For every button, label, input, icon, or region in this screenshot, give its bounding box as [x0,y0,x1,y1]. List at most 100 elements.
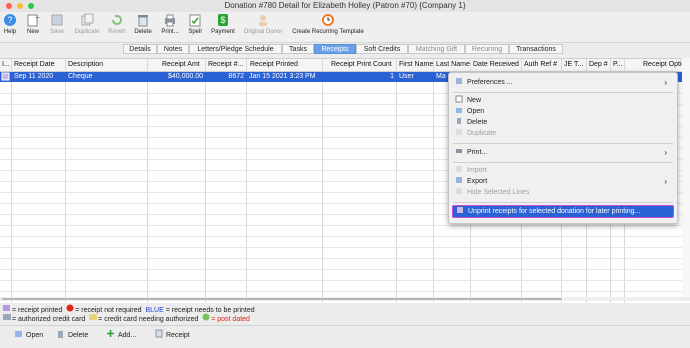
menu-item-open[interactable]: Open [455,107,671,117]
open-icon [14,329,23,342]
save-button[interactable]: Save [48,13,66,35]
printer-icon [163,13,177,27]
card-needing-auth-icon [89,313,98,320]
col-header-dep-no[interactable]: Dep # [589,61,608,68]
print-button[interactable]: Print... [158,13,182,35]
help-button[interactable]: ? Help [2,13,18,35]
col-header-last-name[interactable]: Last Name [436,61,470,68]
delete-button[interactable]: Delete [133,13,153,35]
legend-authorized-card: = authorized credit card [11,316,86,323]
menu-item-new[interactable]: New [455,95,671,106]
row-divider [0,247,690,248]
new-document-icon: + [26,13,40,27]
col-header-receipt-date[interactable]: Receipt Date [14,61,54,68]
create-recurring-template-button[interactable]: Create Recurring Template [289,13,367,35]
receipt-button[interactable]: Receipt [154,329,190,342]
delete-row-button[interactable]: Delete [56,330,88,341]
cell-receipt-amount: $40,000.00 [167,73,203,80]
save-icon [50,13,64,27]
col-header-receipt-amt[interactable]: Receipt Amt [162,61,200,68]
spell-button[interactable]: Spell [186,13,204,35]
payment-button[interactable]: $ Payment [210,13,236,35]
revert-button[interactable]: Revert [107,13,127,35]
credit-card-icon [3,313,11,320]
col-header-icon[interactable]: I... [2,61,10,68]
row-divider [0,258,690,259]
col-header-receipt-print-count[interactable]: Receipt Print Count [331,61,392,68]
cell-receipt-number: 8672 [228,73,244,80]
toolbar: ? Help + New Save Duplicate Revert Delet… [0,12,690,43]
tab-matching-gift[interactable]: Matching Gift [408,44,465,54]
col-header-je-type[interactable]: JE T... [564,61,583,68]
menu-separator [453,202,673,203]
menu-item-hide-selected-lines[interactable]: Hide Selected Lines [455,188,671,198]
spell-check-icon [188,13,202,27]
menu-separator [453,143,673,144]
context-menu: Preferences ... › New Open Delete Duplic… [448,72,678,224]
duplicate-icon [455,128,463,140]
trash-icon [136,13,150,27]
add-icon [106,329,115,342]
cell-receipt-date: Sep 11 2020 [14,73,54,80]
tab-recurring[interactable]: Recurring [465,44,509,54]
receipt-printed-icon [3,304,10,311]
menu-item-delete[interactable]: Delete [455,118,671,128]
col-header-p[interactable]: P... [613,61,623,68]
post-dated-icon [202,313,210,321]
tab-soft-credits[interactable]: Soft Credits [356,44,408,54]
vertical-scrollbar[interactable] [682,58,690,298]
svg-text:+: + [35,13,40,22]
receipt-icon [154,329,163,342]
cell-print-count: 1 [390,73,394,80]
tab-tasks[interactable]: Tasks [282,44,314,54]
tab-notes[interactable]: Notes [157,44,189,54]
svg-text:$: $ [220,15,225,25]
cell-description: Cheque [68,73,93,80]
tab-details[interactable]: Details [123,44,157,54]
unprint-icon [456,206,464,218]
col-header-auth-ref[interactable]: Auth Ref # [524,61,557,68]
submenu-arrow-icon: › [664,78,667,87]
duplicate-button[interactable]: Duplicate [72,13,102,35]
col-header-date-received[interactable]: Date Received [473,61,519,68]
clock-icon [321,13,335,27]
svg-text:?: ? [7,15,12,25]
original-donor-button[interactable]: Original Donor [241,13,285,35]
preferences-icon [455,77,463,89]
trash-icon [56,329,65,342]
menu-item-unprint-receipts[interactable]: Unprint receipts for selected donation f… [452,205,674,218]
open-button[interactable]: Open [14,330,43,341]
dollar-icon: $ [216,13,230,27]
menu-item-preferences[interactable]: Preferences ... › [455,78,671,88]
person-icon [256,13,270,27]
menu-item-print[interactable]: Print... › [455,148,671,158]
menu-item-import[interactable]: Import [455,166,671,176]
help-icon: ? [3,13,17,27]
col-header-first-name[interactable]: First Name [399,61,433,68]
menu-item-duplicate[interactable]: Duplicate [455,129,671,139]
add-button[interactable]: Add... [106,330,136,341]
receipt-printed-icon [1,72,10,83]
col-header-receipt-option[interactable]: Receipt Optic [643,61,685,68]
menu-item-export[interactable]: Export › [455,177,671,187]
legend-post-dated: = post dated [211,316,250,323]
col-header-receipt-printed[interactable]: Receipt Printed [250,61,298,68]
menu-separator [453,92,673,93]
submenu-arrow-icon: › [664,177,667,186]
row-divider [0,280,690,281]
col-header-description[interactable]: Description [68,61,103,68]
receipt-not-required-icon [66,304,74,312]
tab-transactions[interactable]: Transactions [509,44,563,54]
col-header-receipt-no[interactable]: Receipt #... [208,61,243,68]
duplicate-icon [80,13,94,27]
row-divider [0,291,690,292]
cell-last-name: Ma [436,73,446,80]
row-divider [0,269,690,270]
tab-receipts[interactable]: Receipts [314,44,356,54]
horizontal-scrollbar[interactable] [0,297,690,301]
scrollbar-thumb[interactable] [2,298,562,300]
new-button[interactable]: + New [24,13,42,35]
cell-first-name: User [399,73,414,80]
tab-letters-pledge-schedule[interactable]: Letters/Pledge Schedule [189,44,282,54]
printer-icon [455,147,463,159]
